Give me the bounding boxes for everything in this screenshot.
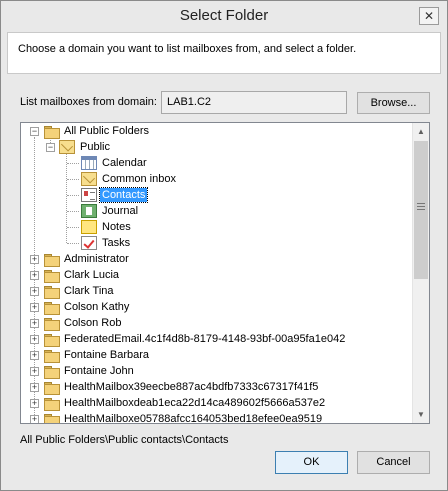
folder-icon xyxy=(43,332,60,347)
tree-item-label: Notes xyxy=(102,221,131,233)
tree-item-mailbox[interactable]: Clark Lucia xyxy=(43,267,121,283)
expand-toggle[interactable]: + xyxy=(30,367,39,376)
tree-item-label: Clark Tina xyxy=(64,285,114,297)
expand-toggle[interactable]: + xyxy=(30,287,39,296)
folder-icon xyxy=(43,348,60,363)
tree-item-label: Journal xyxy=(102,205,139,217)
folder-icon xyxy=(43,124,60,139)
tree-item-label: Administrator xyxy=(64,253,129,265)
scroll-down-icon[interactable]: ▼ xyxy=(413,406,429,423)
expand-toggle[interactable]: + xyxy=(30,399,39,408)
expand-toggle[interactable]: − xyxy=(30,127,39,136)
tree-connector xyxy=(67,179,79,180)
expand-toggle[interactable]: + xyxy=(30,351,39,360)
tree-connector xyxy=(67,211,79,212)
tree-item-label: Public xyxy=(80,141,110,153)
folder-tree-list: − All Public Folders − Public Calendar C… xyxy=(21,123,413,423)
expand-toggle[interactable]: + xyxy=(30,319,39,328)
browse-button[interactable]: Browse... xyxy=(357,92,430,114)
envelope-icon xyxy=(81,172,97,186)
tree-item-label: All Public Folders xyxy=(64,125,149,137)
expand-toggle[interactable]: + xyxy=(30,415,39,423)
folder-icon xyxy=(43,412,60,423)
tasks-icon xyxy=(81,236,97,250)
tree-item-mailbox[interactable]: Clark Tina xyxy=(43,283,116,299)
folder-icon xyxy=(43,268,60,283)
domain-field[interactable]: LAB1.C2 xyxy=(161,91,347,114)
tree-item-public[interactable]: Public xyxy=(59,139,112,155)
tree-item-label: Colson Kathy xyxy=(64,301,130,313)
tree-item-mailbox[interactable]: FederatedEmail.4c1f4d8b-8179-4148-93bf-0… xyxy=(43,331,347,347)
folder-icon xyxy=(43,316,60,331)
tree-item-calendar[interactable]: Calendar xyxy=(81,155,149,171)
tree-connector xyxy=(67,195,79,196)
expand-toggle[interactable]: + xyxy=(30,255,39,264)
tree-item-label: Calendar xyxy=(102,157,147,169)
close-button[interactable]: ✕ xyxy=(419,7,439,25)
tree-connector xyxy=(66,153,67,243)
expand-toggle[interactable]: + xyxy=(30,271,39,280)
tree-item-label: HealthMailboxe05788afcc164053bed18efee0e… xyxy=(64,413,323,423)
tree-item-contacts[interactable]: Contacts xyxy=(81,187,149,203)
tree-item-mailbox[interactable]: Colson Rob xyxy=(43,315,123,331)
tree-item-label: FederatedEmail.4c1f4d8b-8179-4148-93bf-0… xyxy=(64,333,346,345)
tree-connector xyxy=(67,243,79,244)
tree-item-mailbox[interactable]: HealthMailbox39eecbe887ac4bdfb7333c67317… xyxy=(43,379,320,395)
journal-icon xyxy=(81,204,97,218)
domain-label: List mailboxes from domain: xyxy=(20,96,157,108)
folder-icon xyxy=(43,252,60,267)
tree-connector xyxy=(67,227,79,228)
tree-item-label: HealthMailboxdeab1eca22d14ca489602f5666a… xyxy=(64,397,326,409)
tree-item-label: Fontaine Barbara xyxy=(64,349,149,361)
tree-item-mailbox[interactable]: Fontaine Barbara xyxy=(43,347,151,363)
open-folder-icon xyxy=(59,140,75,154)
tree-item-tasks[interactable]: Tasks xyxy=(81,235,132,251)
tree-item-label: Tasks xyxy=(102,237,131,249)
select-folder-dialog: Select Folder ✕ Choose a domain you want… xyxy=(0,0,448,491)
instruction-panel: Choose a domain you want to list mailbox… xyxy=(7,32,441,74)
vertical-scrollbar[interactable]: ▲ ▼ xyxy=(412,123,429,423)
cancel-button[interactable]: Cancel xyxy=(357,451,430,474)
tree-item-mailbox[interactable]: Administrator xyxy=(43,251,131,267)
selected-folder-path: All Public Folders\Public contacts\Conta… xyxy=(20,434,229,446)
scroll-up-icon[interactable]: ▲ xyxy=(413,123,429,140)
tree-item-label: Contacts xyxy=(98,187,149,203)
expand-toggle[interactable]: − xyxy=(46,143,55,152)
tree-item-label: Clark Lucia xyxy=(64,269,120,281)
tree-item-label: Fontaine John xyxy=(64,365,134,377)
calendar-icon xyxy=(81,156,97,170)
tree-connector xyxy=(34,137,35,423)
title-bar: Select Folder ✕ xyxy=(1,1,447,32)
expand-toggle[interactable]: + xyxy=(30,335,39,344)
contacts-icon xyxy=(81,188,97,202)
close-icon: ✕ xyxy=(423,9,435,23)
folder-icon xyxy=(43,284,60,299)
scrollbar-thumb[interactable] xyxy=(414,141,428,279)
dialog-title: Select Folder xyxy=(179,7,269,24)
tree-item-mailbox[interactable]: Colson Kathy xyxy=(43,299,131,315)
tree-item-label: Common inbox xyxy=(102,173,176,185)
ok-button[interactable]: OK xyxy=(275,451,348,474)
tree-item-label: Colson Rob xyxy=(64,317,122,329)
grip-icon xyxy=(417,203,425,210)
expand-toggle[interactable]: + xyxy=(30,383,39,392)
tree-item-label: HealthMailbox39eecbe887ac4bdfb7333c67317… xyxy=(64,381,319,393)
tree-item-mailbox[interactable]: HealthMailboxe05788afcc164053bed18efee0e… xyxy=(43,411,324,423)
folder-icon xyxy=(43,364,60,379)
tree-item-all-public-folders[interactable]: All Public Folders xyxy=(43,123,151,139)
folder-tree[interactable]: − All Public Folders − Public Calendar C… xyxy=(20,122,430,424)
folder-icon xyxy=(43,380,60,395)
notes-icon xyxy=(81,220,97,234)
tree-item-mailbox[interactable]: HealthMailboxdeab1eca22d14ca489602f5666a… xyxy=(43,395,327,411)
expand-toggle[interactable]: + xyxy=(30,303,39,312)
tree-item-common-inbox[interactable]: Common inbox xyxy=(81,171,178,187)
tree-item-notes[interactable]: Notes xyxy=(81,219,133,235)
instruction-text: Choose a domain you want to list mailbox… xyxy=(18,43,357,55)
tree-item-mailbox[interactable]: Fontaine John xyxy=(43,363,136,379)
tree-item-journal[interactable]: Journal xyxy=(81,203,140,219)
tree-connector xyxy=(67,163,79,164)
folder-icon xyxy=(43,396,60,411)
folder-icon xyxy=(43,300,60,315)
